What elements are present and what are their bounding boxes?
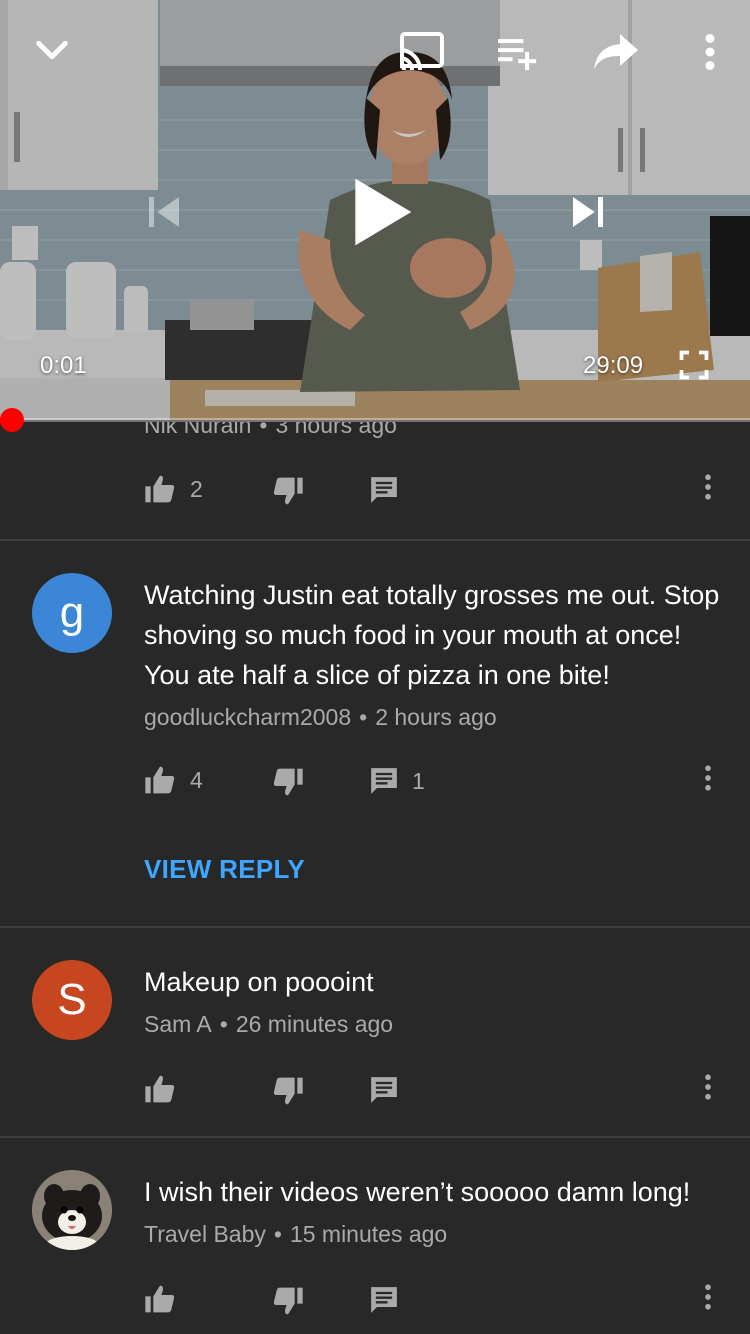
previous-button[interactable] (138, 186, 190, 238)
comment-more-button[interactable] (704, 765, 712, 791)
thumbs-down-icon (273, 1077, 303, 1105)
fullscreen-button[interactable] (674, 344, 714, 386)
reply-comment-icon (371, 1077, 397, 1103)
thumbs-down-icon (273, 768, 303, 796)
like-button[interactable] (144, 1284, 190, 1314)
comment-more-button[interactable] (704, 474, 712, 500)
cast-button[interactable] (394, 28, 450, 76)
video-player[interactable]: 0:01 29:09 (0, 0, 750, 420)
comment-time: 3 hours ago (275, 422, 397, 438)
comment-actions: 4 1 (0, 759, 750, 803)
avatar-letter: g (59, 588, 85, 637)
reply-button[interactable]: 1 (370, 767, 425, 795)
reply-button[interactable] (370, 1076, 412, 1104)
comment-text: Makeup on poooint (144, 967, 374, 997)
comment-meta: Nik Nurain • 3 hours ago (144, 422, 397, 439)
reply-comment-icon (371, 1287, 397, 1313)
comment-actions (0, 1068, 750, 1112)
reply-button[interactable] (370, 476, 412, 504)
comment-author[interactable]: Nik Nurain (144, 422, 251, 438)
avatar[interactable]: g (32, 573, 112, 653)
play-icon (355, 178, 412, 246)
comment-author[interactable]: Travel Baby (144, 1221, 266, 1247)
reply-count: 1 (412, 767, 425, 794)
dislike-button[interactable] (272, 1076, 304, 1106)
like-count: 4 (190, 766, 203, 793)
view-reply-button[interactable]: VIEW REPLY (144, 854, 305, 885)
more-vert-icon (705, 1284, 711, 1310)
fullscreen-icon (679, 350, 709, 380)
comment-time: 15 minutes ago (289, 1221, 448, 1247)
reply-comment-icon (371, 768, 397, 794)
separator: • (359, 704, 368, 730)
duration: 29:09 (583, 352, 644, 379)
thumbs-up-icon (145, 1285, 175, 1313)
dislike-button[interactable] (272, 1286, 304, 1316)
dislike-button[interactable] (272, 767, 304, 797)
thumbs-down-icon (273, 477, 303, 505)
thumbs-up-icon (145, 1075, 175, 1103)
comment-item: g Watching Justin eat totally grosses me… (0, 541, 750, 926)
thumbs-up-icon (145, 766, 175, 794)
comment-text: I wish their videos weren’t sooooo damn … (144, 1177, 691, 1207)
more-vert-icon (705, 34, 715, 70)
share-icon (594, 34, 638, 70)
comment-author[interactable]: Sam A (144, 1011, 212, 1037)
comment-author[interactable]: goodluckcharm2008 (144, 704, 351, 730)
like-button[interactable]: 4 (144, 765, 203, 795)
thumbs-down-icon (273, 1287, 303, 1315)
separator: • (273, 1221, 282, 1247)
add-to-playlist-icon (498, 39, 537, 71)
skip-next-icon (573, 197, 603, 227)
comment-item: Nik Nurain • 3 hours ago 2 (0, 422, 750, 540)
like-button[interactable] (144, 1074, 190, 1104)
share-button[interactable] (586, 24, 646, 80)
skip-previous-icon (149, 197, 179, 227)
comment-time: 2 hours ago (375, 704, 497, 730)
more-vert-icon (705, 1074, 711, 1100)
current-time: 0:01 (40, 352, 87, 379)
comment-meta: goodluckcharm2008 • 2 hours ago (144, 704, 497, 731)
more-options-button[interactable] (690, 26, 730, 78)
avatar[interactable] (32, 1170, 112, 1250)
comment-meta: Travel Baby • 15 minutes ago (144, 1221, 447, 1248)
comment-text: Watching Justin eat totally grosses me o… (144, 580, 720, 690)
thumbs-up-icon (145, 475, 175, 503)
comment-meta: Sam A • 26 minutes ago (144, 1011, 393, 1038)
avatar-letter: S (57, 975, 87, 1024)
comment-actions (0, 1278, 750, 1322)
dislike-button[interactable] (272, 476, 304, 506)
like-button[interactable]: 2 (144, 474, 203, 504)
chevron-down-icon (36, 40, 68, 60)
avatar[interactable]: S (32, 960, 112, 1040)
reply-button[interactable] (370, 1286, 412, 1314)
like-count: 2 (190, 475, 203, 502)
comment-item: I wish their videos weren’t sooooo damn … (0, 1138, 750, 1334)
dog-avatar-image (32, 1170, 112, 1250)
minimize-button[interactable] (26, 24, 78, 76)
reply-comment-icon (371, 477, 397, 503)
more-vert-icon (705, 474, 711, 500)
comment-item: S Makeup on poooint Sam A • 26 minutes ago (0, 928, 750, 1136)
comments-list: Nik Nurain • 3 hours ago 2 g Watching Just… (0, 422, 750, 1334)
next-button[interactable] (562, 186, 614, 238)
separator: • (259, 422, 268, 438)
more-vert-icon (705, 765, 711, 791)
cast-icon (399, 32, 444, 71)
comment-actions: 2 (0, 468, 750, 512)
comment-time: 26 minutes ago (235, 1011, 394, 1037)
play-button[interactable] (344, 170, 420, 254)
comment-more-button[interactable] (704, 1284, 712, 1310)
separator: • (219, 1011, 228, 1037)
add-to-playlist-button[interactable] (492, 28, 544, 76)
comment-more-button[interactable] (704, 1074, 712, 1100)
